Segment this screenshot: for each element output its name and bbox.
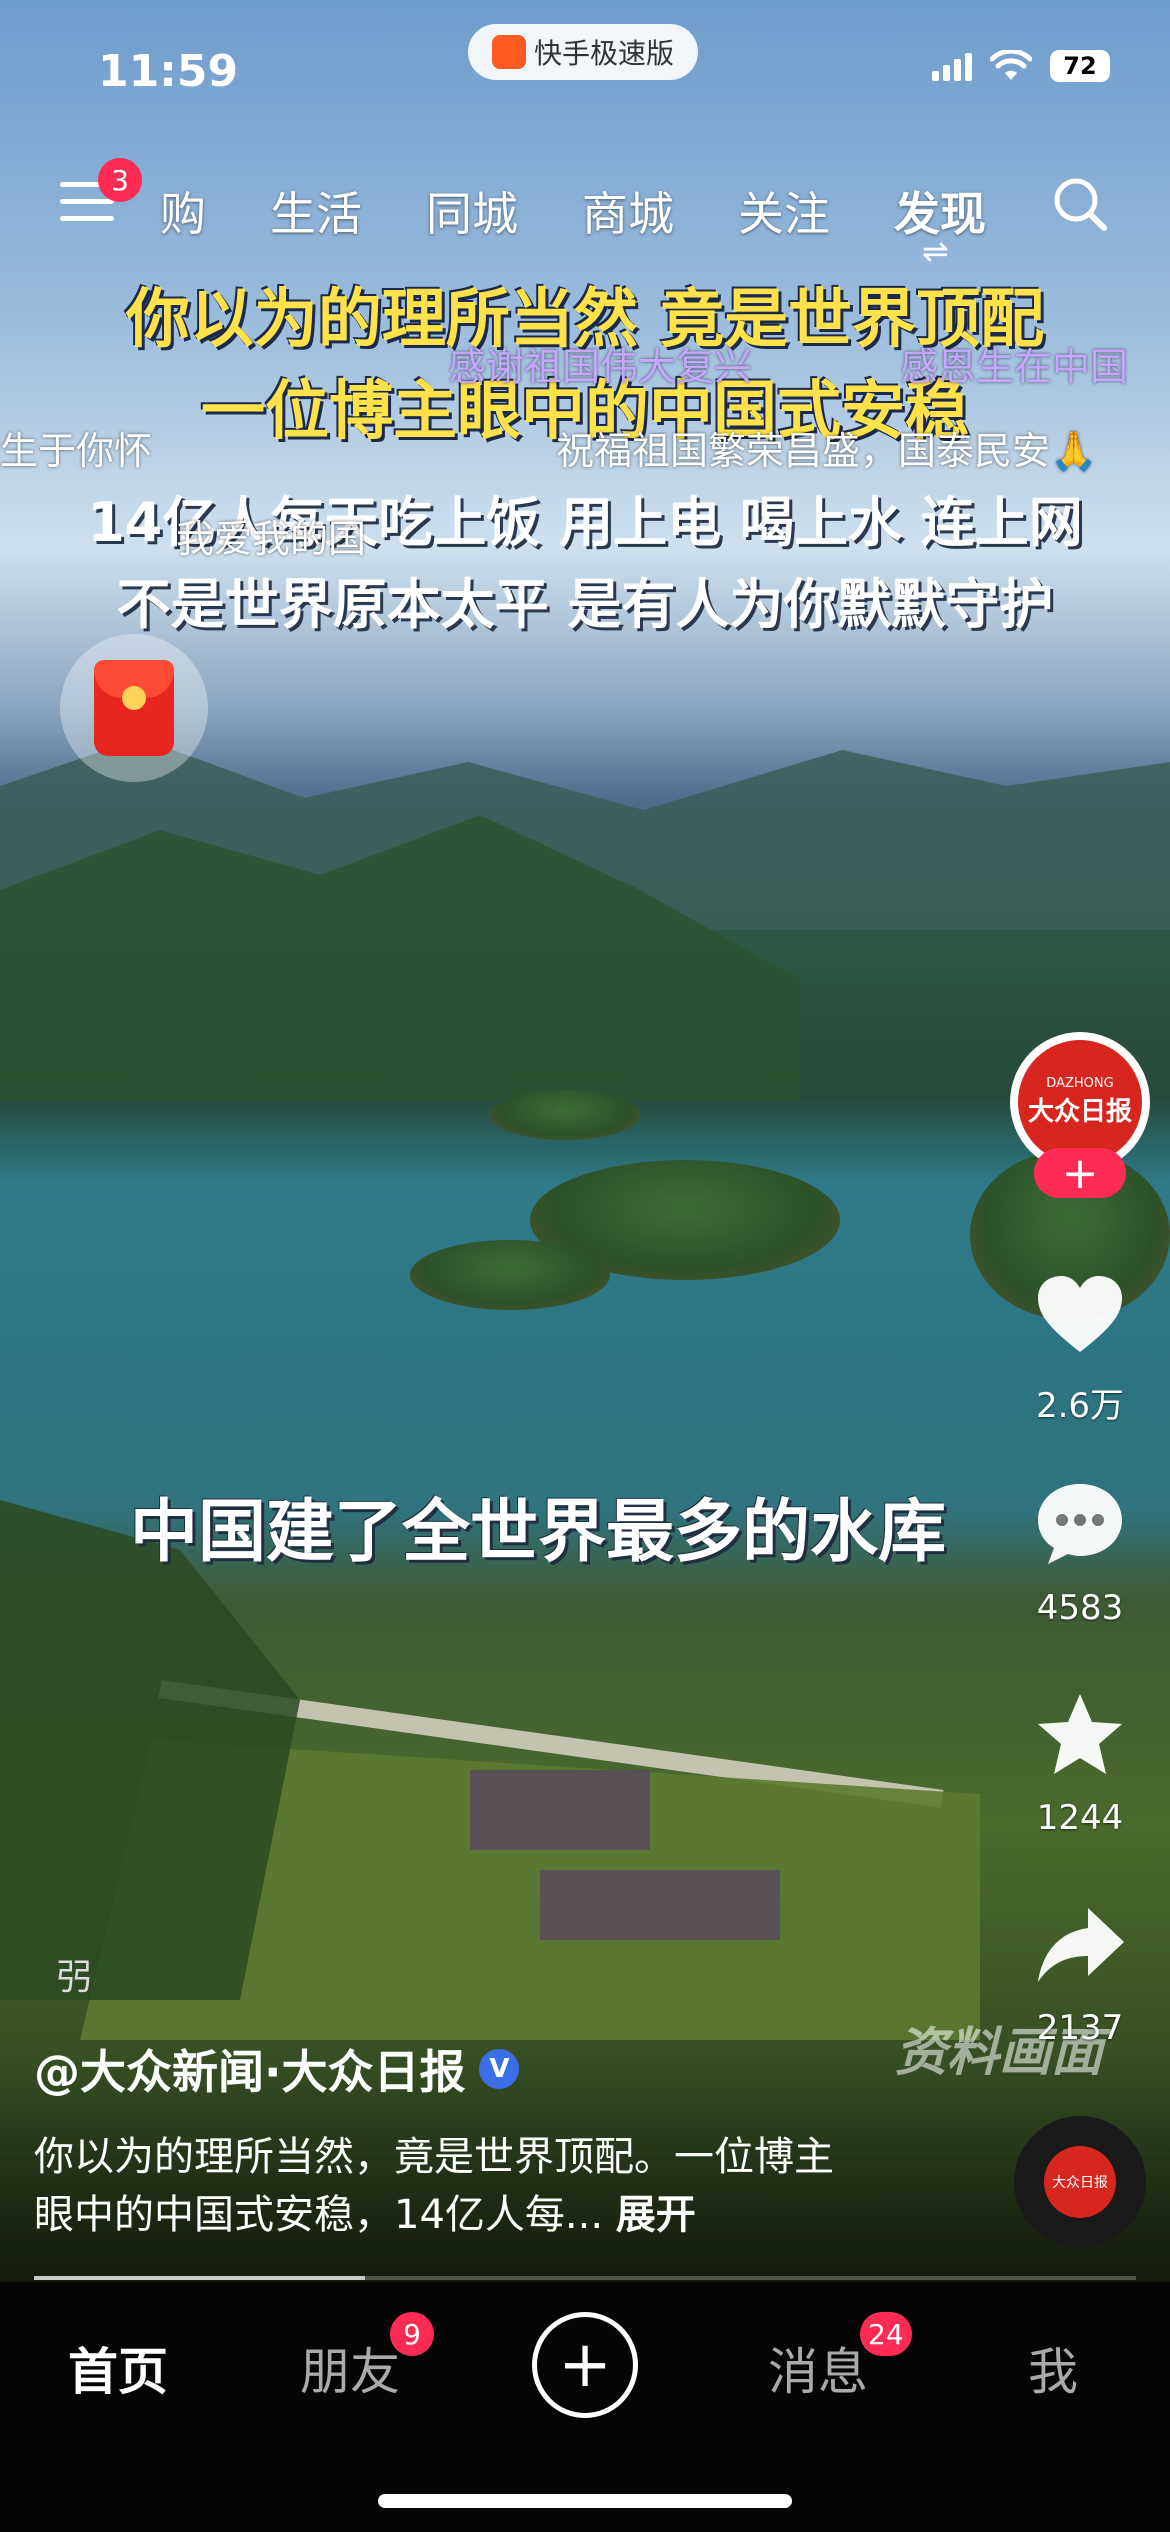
forest xyxy=(0,1500,300,2000)
comment-count: 4583 xyxy=(1036,1588,1124,1628)
video-progress-bar[interactable] xyxy=(34,2276,1136,2280)
tab-life[interactable]: 生活 xyxy=(270,178,362,244)
follow-button[interactable]: + xyxy=(1034,1148,1126,1199)
app-pill[interactable]: 快手极速版 xyxy=(468,24,698,80)
purple-field xyxy=(540,1870,780,1940)
sound-mark: 弜 xyxy=(56,1957,93,1998)
dazhong-logo-icon: DAZHONG 大众日报 xyxy=(1018,1040,1142,1164)
battery-indicator: 72 xyxy=(1050,50,1110,82)
home-indicator xyxy=(378,2494,792,2508)
wifi-icon xyxy=(990,50,1032,80)
favorite-count: 1244 xyxy=(1036,1798,1124,1838)
music-disc-logo-icon: 大众日报 xyxy=(1044,2146,1116,2218)
friends-badge: 9 xyxy=(390,2312,434,2356)
switch-arrows-icon: ⇌ xyxy=(922,232,949,270)
tab-following[interactable]: 关注 xyxy=(738,178,830,244)
search-icon[interactable] xyxy=(1052,176,1108,232)
island xyxy=(490,1090,640,1140)
heart-icon[interactable] xyxy=(1032,1268,1128,1364)
like-count: 2.6万 xyxy=(1035,1386,1125,1426)
tab-friends[interactable]: 朋友 xyxy=(300,2332,400,2404)
share-count: 2137 xyxy=(1036,2008,1124,2048)
kuaishou-logo-icon xyxy=(491,35,526,69)
danmu-comment: 感恩生在中国 xyxy=(900,345,1129,389)
red-packet-button[interactable] xyxy=(60,634,208,782)
danmu-comment: 生于你怀 xyxy=(0,429,153,473)
tab-messages[interactable]: 消息 xyxy=(768,2332,868,2404)
purple-field xyxy=(470,1770,650,1850)
author-name[interactable]: @大众新闻·大众日报 xyxy=(34,2036,465,2102)
tab-local[interactable]: 同城 xyxy=(426,178,518,244)
cellular-signal-icon xyxy=(932,51,972,81)
progress-fill xyxy=(34,2276,365,2280)
tab-home[interactable]: 首页 xyxy=(68,2332,168,2404)
author-row[interactable]: @大众新闻·大众日报 V xyxy=(34,2036,520,2102)
app-pill-label: 快手极速版 xyxy=(533,37,674,70)
status-time: 11:59 xyxy=(98,46,239,97)
create-button[interactable]: + xyxy=(532,2312,638,2418)
tab-mall[interactable]: 商城 xyxy=(582,178,674,244)
share-icon[interactable] xyxy=(1032,1898,1128,1994)
video-caption: 中国建了全世界最多的水库 xyxy=(130,1493,947,1572)
messages-badge: 24 xyxy=(860,2312,912,2356)
tab-me[interactable]: 我 xyxy=(1028,2332,1078,2404)
music-disc[interactable]: 大众日报 xyxy=(1014,2116,1146,2248)
danmu-comment: 我爱我的国 xyxy=(176,517,367,561)
island xyxy=(410,1240,610,1310)
menu-badge: 3 xyxy=(98,158,142,202)
bottom-tab-bar: 首页 朋友 9 + 消息 24 我 xyxy=(0,2282,1170,2532)
tab-shopping[interactable]: 购 xyxy=(160,178,206,244)
red-packet-icon xyxy=(94,660,174,756)
video-headline-line: 不是世界原本太平 是有人为你默默守护 xyxy=(116,573,1054,636)
expand-link[interactable]: 展开 xyxy=(616,2192,696,2238)
danmu-comment: 祝福祖国繁荣昌盛，国泰民安🙏 xyxy=(556,429,1098,473)
post-description[interactable]: 你以为的理所当然，竟是世界顶配。一位博主眼中的中国式安稳，14亿人每... 展开 xyxy=(34,2128,864,2244)
description-text: 你以为的理所当然，竟是世界顶配。一位博主眼中的中国式安稳，14亿人每... xyxy=(34,2134,834,2238)
status-indicators: 72 xyxy=(932,50,1110,82)
verified-icon: V xyxy=(479,2049,520,2089)
danmu-comment: 感谢祖国伟大复兴 xyxy=(448,345,753,389)
comment-icon[interactable] xyxy=(1032,1476,1128,1572)
star-icon[interactable] xyxy=(1032,1688,1128,1784)
top-nav: 3 购 生活 同城 商城 关注 发现 ⇌ xyxy=(0,158,1170,270)
